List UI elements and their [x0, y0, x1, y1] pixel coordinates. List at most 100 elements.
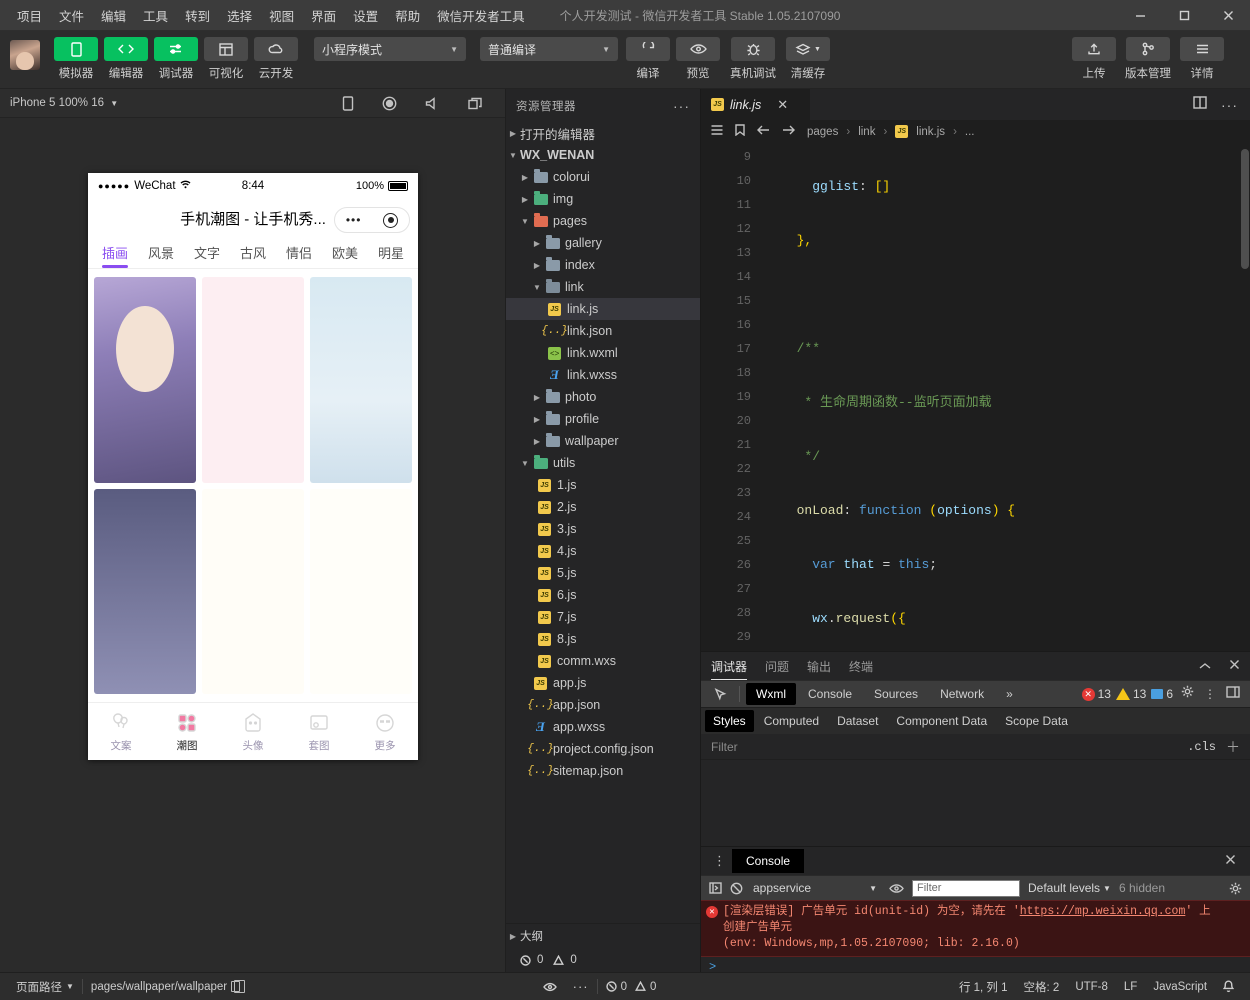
- page-path-selector[interactable]: 页面路径 ▼: [8, 979, 82, 995]
- user-avatar[interactable]: [10, 40, 40, 70]
- tabbar-item-taotu[interactable]: 套图: [286, 711, 352, 753]
- panel-tab-debugger[interactable]: 调试器: [711, 653, 748, 680]
- close-icon[interactable]: [1225, 852, 1244, 870]
- category-tab-5[interactable]: 欧美: [322, 237, 368, 268]
- dock-icon[interactable]: [1226, 685, 1240, 703]
- eye-icon[interactable]: [889, 883, 904, 894]
- menu-item-ui[interactable]: 界面: [304, 3, 343, 28]
- menu-item-goto[interactable]: 转到: [178, 3, 217, 28]
- menu-item-file[interactable]: 文件: [52, 3, 91, 28]
- tree-item-link-json[interactable]: {..} link.json: [506, 320, 700, 342]
- console-tab[interactable]: Console: [732, 849, 805, 873]
- grid-image-1[interactable]: [94, 277, 196, 483]
- tree-item-link[interactable]: ▼ link: [506, 276, 700, 298]
- tree-item-colorui[interactable]: ▶ colorui: [506, 166, 700, 188]
- breadcrumb-link[interactable]: link: [858, 126, 875, 138]
- toolbar-button-version[interactable]: 版本管理: [1120, 37, 1176, 81]
- grid-image-4[interactable]: [94, 488, 196, 694]
- grid-image-6[interactable]: [310, 488, 412, 694]
- breadcrumb-more[interactable]: ...: [965, 126, 975, 138]
- preview-toggle[interactable]: [535, 982, 565, 992]
- tree-item-pages[interactable]: ▼ pages: [506, 210, 700, 232]
- copy-icon[interactable]: [231, 980, 246, 993]
- menu-item-view[interactable]: 视图: [262, 3, 301, 28]
- menu-item-tools[interactable]: 工具: [136, 3, 175, 28]
- current-page-path[interactable]: pages/wallpaper/wallpaper: [83, 980, 248, 993]
- maximize-button[interactable]: [1162, 0, 1206, 31]
- cursor-position[interactable]: 行 1, 列 1: [951, 979, 1016, 995]
- add-rule-icon[interactable]: ＋: [1226, 737, 1240, 757]
- inspector-tab-sources[interactable]: Sources: [864, 683, 928, 705]
- tree-item-3js[interactable]: JS 3.js: [506, 518, 700, 540]
- kebab-menu-icon[interactable]: ⋮: [1204, 688, 1216, 700]
- console-error-message[interactable]: ✕ [渲染层错误] 广告单元 id(unit-id) 为空，请先在 'https…: [701, 900, 1250, 957]
- toolbar-button-debugger[interactable]: 调试器: [152, 37, 200, 81]
- bookmark-icon[interactable]: [735, 124, 745, 139]
- tree-item-gallery[interactable]: ▶ gallery: [506, 232, 700, 254]
- toolbar-button-visual[interactable]: 可视化: [202, 37, 250, 81]
- tabbar-item-touxiang[interactable]: 头像: [220, 711, 286, 753]
- error-count-badge[interactable]: ✕ 13: [1081, 687, 1111, 701]
- line-ending[interactable]: LF: [1116, 981, 1145, 993]
- volume-icon[interactable]: [425, 96, 440, 110]
- tree-item-1js[interactable]: JS 1.js: [506, 474, 700, 496]
- explorer-section-project-root[interactable]: ▼ WX_WENAN: [506, 144, 700, 166]
- forward-arrow-icon[interactable]: [782, 125, 795, 138]
- notifications-bell-icon[interactable]: [1215, 980, 1242, 993]
- styles-tab-dataset[interactable]: Dataset: [829, 710, 886, 732]
- tree-item-photo[interactable]: ▶ photo: [506, 386, 700, 408]
- editor-tab-link-js[interactable]: JS link.js ✕: [701, 89, 811, 120]
- breadcrumb-pages[interactable]: pages: [807, 126, 838, 138]
- tree-item-4js[interactable]: JS 4.js: [506, 540, 700, 562]
- device-selector[interactable]: iPhone 5 100% 16 ▼: [10, 97, 118, 109]
- gear-icon[interactable]: [1229, 882, 1242, 895]
- status-more-icon[interactable]: ···: [565, 979, 597, 994]
- toolbar-button-cloud[interactable]: 云开发: [252, 37, 300, 81]
- grid-image-2[interactable]: [202, 277, 304, 483]
- element-picker-icon[interactable]: [707, 687, 733, 701]
- tree-item-img[interactable]: ▶ img: [506, 188, 700, 210]
- category-tab-0[interactable]: 插画: [92, 237, 138, 268]
- code-editor[interactable]: 9 10 11 12 13 14 15 16 17 18 19 20 21 22…: [701, 143, 1250, 651]
- console-levels-select[interactable]: Default levels ▼: [1028, 881, 1111, 895]
- category-tab-3[interactable]: 古风: [230, 237, 276, 268]
- tree-item-8js[interactable]: JS 8.js: [506, 628, 700, 650]
- indentation[interactable]: 空格: 2: [1016, 979, 1068, 995]
- close-button[interactable]: [1206, 0, 1250, 31]
- gear-icon[interactable]: [1181, 685, 1194, 703]
- language-mode[interactable]: JavaScript: [1145, 981, 1215, 993]
- inspector-tab-network[interactable]: Network: [930, 683, 994, 705]
- execute-icon[interactable]: [709, 882, 722, 894]
- toolbar-button-simulator[interactable]: 模拟器: [52, 37, 100, 81]
- console-error-link[interactable]: https://mp.weixin.qq.com: [1020, 905, 1186, 918]
- explorer-section-open-editors[interactable]: ▶ 打开的编辑器: [506, 122, 700, 144]
- wechat-capsule[interactable]: •••: [334, 207, 410, 233]
- tree-item-5js[interactable]: JS 5.js: [506, 562, 700, 584]
- console-prompt[interactable]: >: [701, 957, 1250, 972]
- grid-image-3[interactable]: [310, 277, 412, 483]
- tree-item-link-wxml[interactable]: <> link.wxml: [506, 342, 700, 364]
- toolbar-button-clear-cache[interactable]: ▼ 清缓存: [784, 37, 832, 81]
- split-editor-icon[interactable]: [1193, 95, 1207, 114]
- tree-item-7js[interactable]: JS 7.js: [506, 606, 700, 628]
- tree-item-app-json[interactable]: {..} app.json: [506, 694, 700, 716]
- back-arrow-icon[interactable]: [757, 125, 770, 138]
- styles-tab-computed[interactable]: Computed: [756, 710, 827, 732]
- toolbar-button-realdevice-debug[interactable]: 真机调试: [724, 37, 782, 81]
- console-context-select[interactable]: appservice ▼: [751, 880, 881, 897]
- category-tab-6[interactable]: 明星: [368, 237, 414, 268]
- compile-mode-select[interactable]: 普通编译 ▼: [480, 37, 618, 61]
- toolbar-button-upload[interactable]: 上传: [1070, 37, 1118, 81]
- tree-item-sitemap[interactable]: {..} sitemap.json: [506, 760, 700, 782]
- toolbar-button-editor[interactable]: 编辑器: [102, 37, 150, 81]
- tree-item-comm-wxs[interactable]: JS comm.wxs: [506, 650, 700, 672]
- category-tab-2[interactable]: 文字: [184, 237, 230, 268]
- explorer-problems[interactable]: 0 0: [506, 948, 700, 972]
- minimize-button[interactable]: [1118, 0, 1162, 31]
- inspector-tab-console[interactable]: Console: [798, 683, 862, 705]
- outline-section[interactable]: ▶ 大纲: [506, 924, 700, 948]
- console-filter-input[interactable]: Filter: [912, 879, 1020, 897]
- close-icon[interactable]: ✕: [777, 97, 788, 113]
- windows-icon[interactable]: [468, 97, 483, 110]
- mode-select[interactable]: 小程序模式 ▼: [314, 37, 466, 61]
